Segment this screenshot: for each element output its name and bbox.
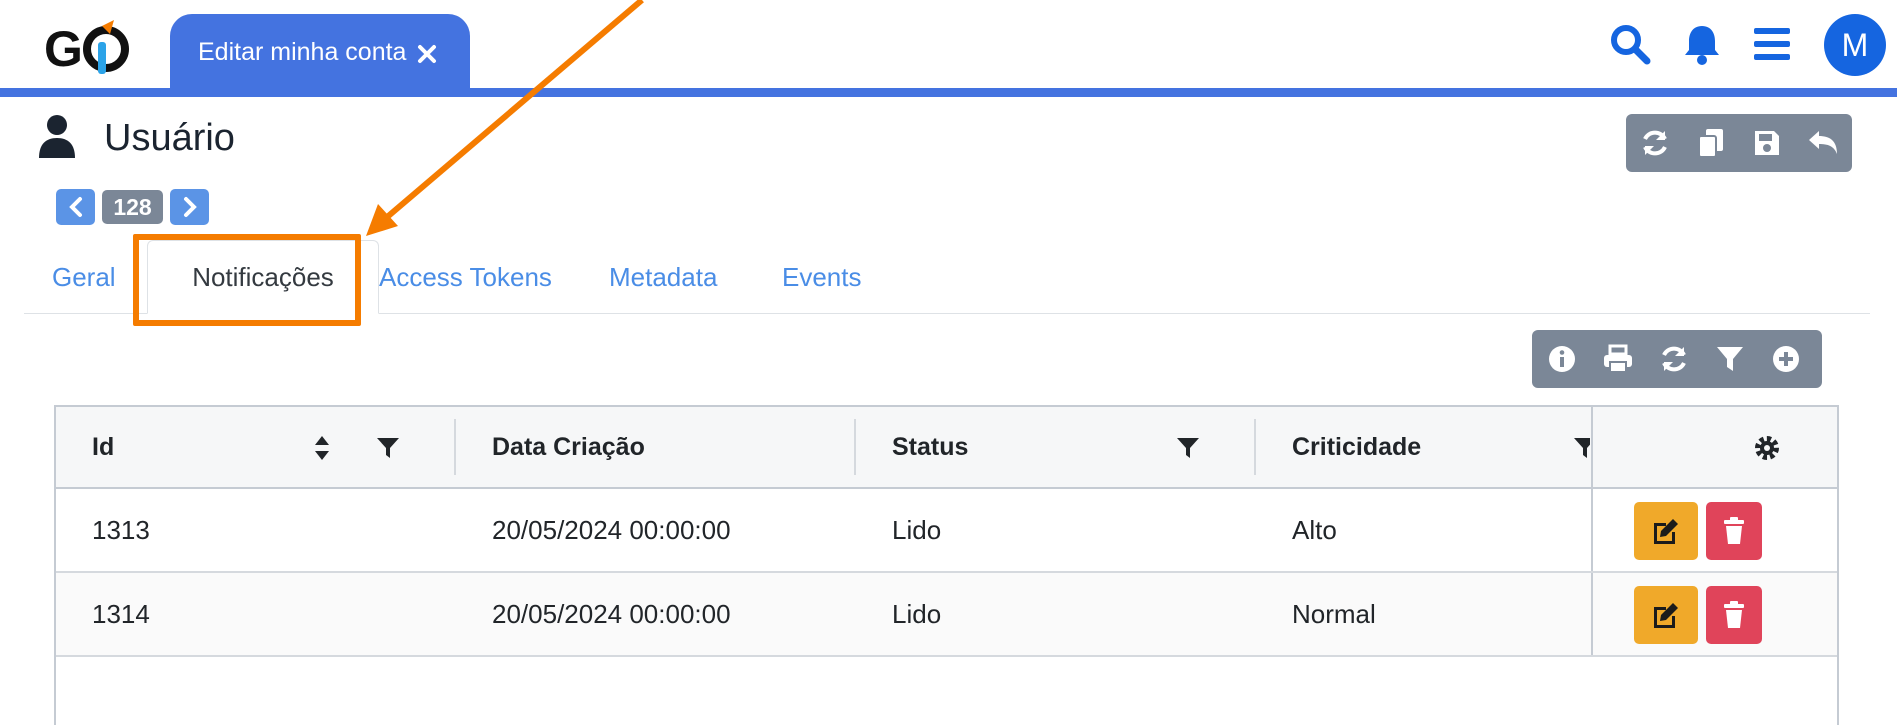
undo-icon[interactable] (1795, 115, 1851, 171)
open-tab-label: Editar minha conta (198, 37, 407, 66)
cell-id: 1314 (92, 598, 150, 629)
table-header: Id Data Criação Status Criticidade (56, 407, 1837, 489)
actions-column-divider (1591, 573, 1593, 655)
cell-criticidade: Alto (1292, 514, 1337, 545)
filter-icon[interactable] (376, 437, 400, 464)
open-tab-editar-conta[interactable]: Editar minha conta (170, 14, 470, 90)
tab-geral[interactable]: Geral (52, 262, 116, 293)
previous-record-button[interactable] (56, 189, 95, 225)
info-icon[interactable] (1534, 331, 1590, 387)
page-header: Usuário (38, 114, 235, 163)
sort-icon[interactable] (314, 435, 330, 466)
delete-button[interactable] (1706, 502, 1762, 560)
actions-column-divider (1591, 407, 1593, 487)
refresh-icon[interactable] (1627, 115, 1683, 171)
go-logo[interactable]: G (44, 20, 140, 78)
search-icon[interactable] (1608, 22, 1652, 66)
grid-toolbar (1532, 330, 1822, 388)
close-icon[interactable] (416, 43, 438, 65)
column-divider (854, 419, 856, 475)
record-toolbar (1626, 114, 1852, 172)
column-divider (454, 419, 456, 475)
menu-icon[interactable] (1750, 22, 1794, 66)
print-icon[interactable] (1590, 331, 1646, 387)
cell-criticidade: Normal (1292, 598, 1376, 629)
add-icon[interactable] (1758, 331, 1814, 387)
tab-access-tokens[interactable]: Access Tokens (379, 262, 552, 293)
cell-data-criacao: 20/05/2024 00:00:00 (492, 514, 731, 545)
filter-icon[interactable] (1702, 331, 1758, 387)
avatar-initial: M (1841, 26, 1869, 63)
column-header-status[interactable]: Status (892, 407, 968, 487)
tab-events[interactable]: Events (782, 262, 862, 293)
filter-icon[interactable] (1176, 437, 1200, 464)
cell-status: Lido (892, 514, 942, 545)
svg-text:G: G (44, 21, 83, 77)
table-row[interactable]: 1314 20/05/2024 00:00:00 Lido Normal (56, 573, 1837, 657)
column-header-id[interactable]: Id (92, 407, 114, 487)
cell-status: Lido (892, 598, 942, 629)
record-number-badge: 128 (102, 190, 163, 224)
next-record-button[interactable] (170, 189, 209, 225)
notifications-table: Id Data Criação Status Criticidade 1313 … (54, 405, 1839, 725)
cell-id: 1313 (92, 514, 150, 545)
column-header-data-criacao[interactable]: Data Criação (492, 407, 645, 487)
table-row[interactable]: 1313 20/05/2024 00:00:00 Lido Alto (56, 489, 1837, 573)
cell-data-criacao: 20/05/2024 00:00:00 (492, 598, 731, 629)
tab-metadata[interactable]: Metadata (609, 262, 717, 293)
column-divider (1254, 419, 1256, 475)
page-title: Usuário (104, 117, 235, 159)
user-avatar[interactable]: M (1824, 14, 1886, 76)
copy-icon[interactable] (1683, 115, 1739, 171)
user-icon (38, 114, 76, 163)
column-header-criticidade[interactable]: Criticidade (1292, 407, 1421, 487)
bell-icon[interactable] (1680, 22, 1724, 66)
edit-button[interactable] (1634, 502, 1698, 560)
save-icon[interactable] (1739, 115, 1795, 171)
refresh-icon[interactable] (1646, 331, 1702, 387)
filter-icon[interactable] (1573, 437, 1590, 464)
gear-icon[interactable] (1754, 435, 1780, 466)
annotation-highlight-box (133, 234, 361, 326)
edit-button[interactable] (1634, 586, 1698, 644)
delete-button[interactable] (1706, 586, 1762, 644)
top-bar-divider (0, 88, 1897, 97)
actions-column-divider (1591, 489, 1593, 571)
record-pager: 128 (56, 189, 209, 225)
top-bar: G Editar minha conta M (0, 0, 1897, 98)
